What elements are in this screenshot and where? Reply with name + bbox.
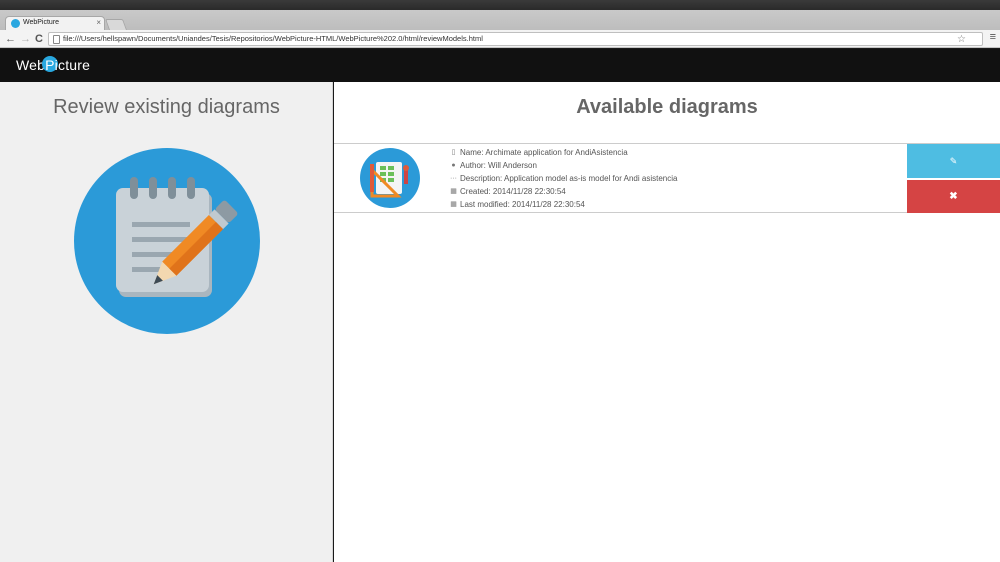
diagram-name: Name: Archimate application for AndiAsis… [460, 148, 628, 157]
app-navbar: Web Picture [0, 49, 1000, 82]
tab-title: WebPicture [23, 19, 60, 26]
bookmark-star-icon[interactable]: ☆ [957, 34, 966, 46]
brand-text-pi: Pi [45, 57, 58, 73]
diagram-created: Created: 2014/11/28 22:30:54 [460, 187, 566, 196]
brand-text-pre: Web [16, 57, 46, 73]
diagram-list-item[interactable]: ▯ Name: Archimate application for AndiAs… [334, 143, 1000, 213]
notepad-pencil-icon [74, 148, 260, 334]
brand-text-post: cture [58, 57, 91, 73]
address-bar[interactable]: file:///Users/hellspawn/Documents/Uniand… [48, 32, 983, 46]
bookmark-icon: ▯ [451, 149, 456, 156]
reload-button[interactable]: C [35, 32, 43, 46]
left-panel: Review existing diagrams [0, 82, 333, 562]
brand-logo[interactable]: Web Picture [16, 56, 91, 73]
back-button[interactable]: ← [5, 32, 16, 46]
tab-close-button[interactable]: × [96, 18, 101, 27]
calendar-icon: ▦ [450, 201, 457, 208]
calendar-icon: ▦ [450, 188, 457, 195]
ellipsis-icon: ··· [450, 175, 457, 182]
window-titlebar [0, 0, 1000, 10]
user-icon: ● [451, 162, 456, 169]
diagram-modified: Last modified: 2014/11/28 22:30:54 [460, 200, 585, 209]
diagram-metadata: ▯ Name: Archimate application for AndiAs… [449, 146, 677, 211]
page-icon [53, 35, 60, 44]
edit-diagram-button[interactable]: ✎ [907, 144, 1000, 178]
forward-button[interactable]: → [20, 32, 31, 46]
delete-icon: ✖ [949, 191, 958, 202]
edit-icon: ✎ [949, 155, 958, 166]
browser-menu-icon[interactable]: ≡ [990, 31, 996, 43]
favicon-icon [11, 19, 20, 28]
url-text: file:///Users/hellspawn/Documents/Uniand… [63, 34, 483, 43]
right-panel-title: Available diagrams [576, 96, 758, 118]
right-panel: Available diagrams ▯ Name: Archimate app… [334, 82, 1000, 562]
browser-toolbar: ← → C file:///Users/hellspawn/Documents/… [0, 30, 1000, 48]
diagram-author: Author: Will Anderson [460, 161, 537, 170]
browser-tab[interactable]: WebPicture × [5, 16, 105, 30]
tab-strip [0, 10, 1000, 30]
diagram-description: Description: Application model as-is mod… [460, 174, 678, 183]
left-panel-title: Review existing diagrams [53, 96, 280, 118]
new-tab-button[interactable] [104, 19, 128, 30]
diagram-thumbnail-icon [360, 148, 420, 208]
delete-diagram-button[interactable]: ✖ [907, 180, 1000, 213]
browser-window: WebPicture × ← → C file:///Users/hellspa… [0, 0, 1000, 562]
